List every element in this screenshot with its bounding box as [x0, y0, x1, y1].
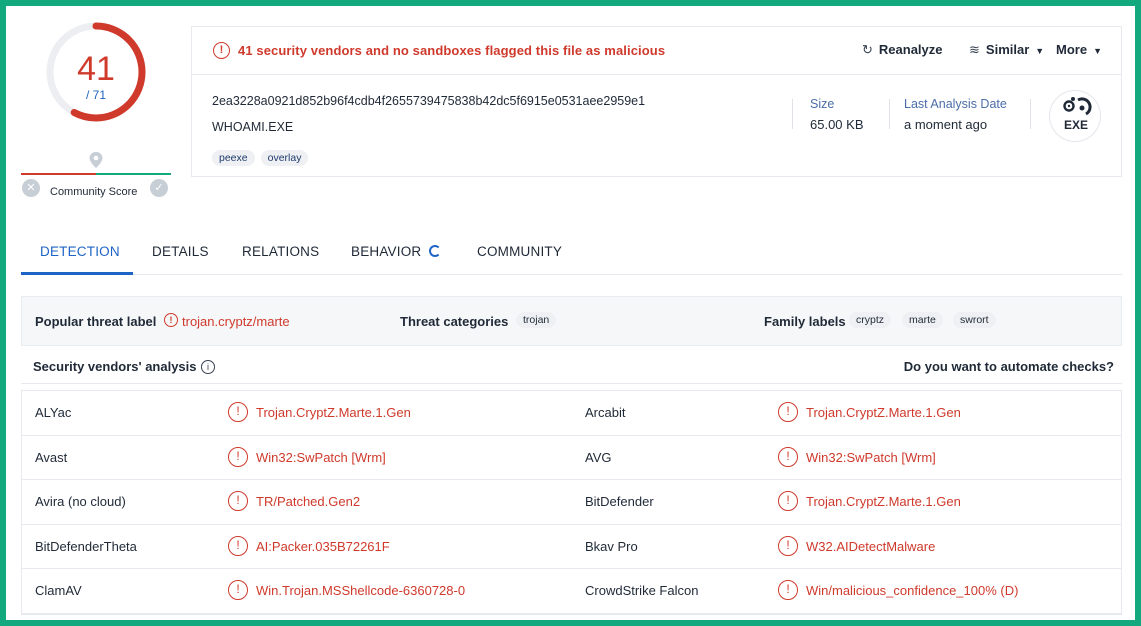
detection-count: 41 [77, 50, 115, 88]
chevron-down-icon: ▼ [1093, 46, 1102, 56]
table-row: ClamAV ! Win.Trojan.MSShellcode-6360728-… [22, 569, 1121, 614]
community-score-bar [21, 173, 171, 175]
refresh-icon: ↻ [862, 42, 873, 57]
alert-icon: ! [778, 535, 798, 556]
alert-icon: ! [778, 491, 798, 511]
more-button[interactable]: More ▼ [1056, 42, 1102, 57]
alert-icon: ! [213, 42, 230, 59]
file-tag[interactable]: peexe [212, 150, 255, 166]
tab-relations[interactable]: RELATIONS [242, 244, 319, 259]
vendor-result: AI:Packer.035B72261F [256, 538, 390, 554]
alert-icon: ! [228, 491, 248, 511]
divider [889, 99, 890, 129]
similar-icon: ≋ [969, 42, 980, 57]
alert-text: 41 security vendors and no sandboxes fla… [238, 43, 666, 58]
alert-icon: ! [778, 402, 798, 422]
divider [1030, 99, 1031, 129]
vendor-result: Win32:SwPatch [Wrm] [806, 449, 936, 465]
vendor-name: BitDefenderTheta [35, 538, 137, 554]
vendor-name: ALYac [35, 405, 72, 420]
tab-behavior-label: BEHAVIOR [351, 244, 422, 259]
alert-icon: ! [164, 313, 178, 327]
reanalyze-label: Reanalyze [878, 42, 943, 57]
community-score-label: Community Score [50, 186, 138, 198]
info-icon[interactable]: i [201, 360, 215, 374]
similar-button[interactable]: ≋ Similar ▼ [969, 42, 1044, 58]
vendor-result: W32.AIDetectMalware [806, 538, 936, 554]
vendor-result: TR/Patched.Gen2 [256, 494, 361, 509]
alert-icon: ! [228, 580, 248, 600]
main-frame: 41 / 71 ✕ Community Score ✓ ! 41 securit… [6, 6, 1135, 620]
alert-icon: ! [778, 580, 798, 600]
file-type-badge: EXE [1049, 90, 1101, 142]
detection-total: / 71 [85, 88, 106, 102]
size-value: 65.00 KB [810, 117, 864, 132]
tab-behavior[interactable]: BEHAVIOR [351, 244, 442, 259]
family-tag[interactable]: swrort [953, 312, 996, 328]
tab-bar: DETECTION DETAILS RELATIONS BEHAVIOR COM… [21, 234, 1122, 275]
file-summary-card: ! 41 security vendors and no sandboxes f… [191, 26, 1122, 177]
table-row: Avast ! Win32:SwPatch [Wrm] AVG ! Win32:… [22, 436, 1121, 480]
family-tag[interactable]: marte [902, 312, 943, 328]
popular-threat-label: Popular threat label [35, 314, 157, 329]
vendor-name: ClamAV [35, 583, 82, 598]
vendors-table: ALYac ! Trojan.CryptZ.Marte.1.Gen Arcabi… [21, 390, 1122, 615]
vendors-header: Security vendors' analysis i Do you want… [21, 351, 1122, 384]
file-tag[interactable]: overlay [260, 150, 309, 166]
downvote-icon[interactable]: ✕ [22, 179, 40, 197]
threat-summary: Popular threat label ! trojan.cryptz/mar… [21, 296, 1122, 346]
alert-icon: ! [778, 446, 798, 467]
table-row: Avira (no cloud) ! TR/Patched.Gen2 BitDe… [22, 480, 1121, 525]
file-tags: peexe overlay [212, 148, 314, 166]
vendor-result: Trojan.CryptZ.Marte.1.Gen [256, 405, 411, 420]
threat-categories-label: Threat categories [400, 314, 509, 329]
gears-icon [1063, 97, 1092, 116]
table-row: ALYac ! Trojan.CryptZ.Marte.1.Gen Arcabi… [22, 391, 1121, 436]
automate-checks-link[interactable]: Do you want to automate checks? [904, 359, 1114, 374]
alert-icon: ! [228, 535, 248, 556]
tab-community[interactable]: COMMUNITY [477, 244, 562, 259]
file-hash[interactable]: 2ea3228a0921d852b96f4cdb4f2655739475838b… [212, 94, 645, 108]
vendor-name: Avira (no cloud) [35, 494, 126, 509]
map-pin-icon [88, 151, 104, 174]
vendor-name: CrowdStrike Falcon [585, 583, 699, 598]
size-label: Size [810, 97, 835, 111]
table-row: BitDefenderTheta ! AI:Packer.035B72261F … [22, 525, 1121, 569]
tab-details[interactable]: DETAILS [152, 244, 209, 259]
chevron-down-icon: ▼ [1035, 46, 1045, 56]
last-analysis-label: Last Analysis Date [904, 97, 1007, 111]
loading-spinner-icon [429, 245, 442, 257]
active-tab-indicator [21, 272, 133, 275]
threat-category-tag[interactable]: trojan [516, 312, 557, 328]
vendor-result: Win.Trojan.MSShellcode-6360728-0 [256, 583, 466, 598]
vendors-title: Security vendors' analysis [33, 359, 197, 374]
reanalyze-button[interactable]: ↻ Reanalyze [862, 42, 943, 58]
file-type-label: EXE [1063, 118, 1088, 132]
upvote-icon[interactable]: ✓ [150, 179, 168, 197]
vendor-name: BitDefender [585, 494, 654, 509]
more-label: More [1056, 42, 1088, 57]
popular-threat-value[interactable]: trojan.cryptz/marte [182, 314, 290, 329]
vendor-name: Arcabit [585, 405, 626, 420]
alert-bar: ! 41 security vendors and no sandboxes f… [192, 27, 1121, 75]
family-labels-label: Family labels [764, 314, 846, 329]
vendor-name: Bkav Pro [585, 538, 638, 554]
alert-icon: ! [228, 446, 248, 467]
alert-icon: ! [228, 402, 248, 422]
vendor-result: Win32:SwPatch [Wrm] [256, 449, 386, 465]
vendor-result: Trojan.CryptZ.Marte.1.Gen [806, 494, 961, 509]
vendor-result: Win/malicious_confidence_100% (D) [806, 583, 1019, 598]
vendor-name: Avast [35, 449, 68, 465]
family-tag[interactable]: cryptz [849, 312, 892, 328]
tab-detection[interactable]: DETECTION [40, 244, 120, 259]
file-name: WHOAMI.EXE [212, 120, 294, 134]
detection-score-ring: 41 / 71 [46, 20, 154, 128]
vendor-name: AVG [585, 449, 612, 465]
last-analysis-value: a moment ago [904, 117, 988, 132]
divider [792, 99, 793, 129]
community-score: ✕ Community Score ✓ [22, 179, 172, 201]
vendor-result: Trojan.CryptZ.Marte.1.Gen [806, 405, 961, 420]
similar-label: Similar [985, 42, 1030, 57]
